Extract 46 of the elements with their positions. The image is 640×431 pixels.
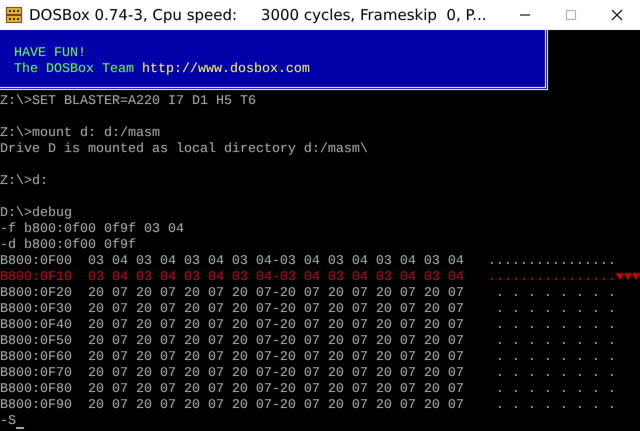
console-line: D:\>debug — [0, 206, 72, 222]
window-title: DOSBox 0.74-3, Cpu speed: 3000 cycles, Frameskip 0, P... — [29, 6, 488, 24]
dump-address: B800:0F40 — [0, 318, 73, 334]
banner-text: http://www.dosbox.com — [142, 62, 310, 78]
dump-ascii: . . . . . . . . — [494, 286, 616, 302]
dump-address: B800:0F60 — [0, 350, 73, 366]
dump-bytes: 20 07 20 07 20 07 20 07-20 07 20 07 20 07 20 07 — [88, 302, 465, 318]
dump-ascii: . . . . . . . . — [494, 382, 616, 398]
app-icon — [6, 7, 22, 23]
dump-address: B800:0F80 — [0, 382, 73, 398]
dump-address: B800:0F20 — [0, 286, 73, 302]
dump-bytes: 20 07 20 07 20 07 20 07-20 07 20 07 20 07 20 07 — [88, 334, 465, 350]
console-line: Z:\>mount d: d:/masm — [0, 126, 160, 142]
dump-bytes: 20 07 20 07 20 07 20 07-20 07 20 07 20 07 20 07 — [88, 398, 465, 414]
console-line: Z:\>SET BLASTER=A220 I7 D1 H5 T6 — [0, 94, 256, 110]
text-cursor — [16, 427, 24, 429]
dump-bytes: 20 07 20 07 20 07 20 07-20 07 20 07 20 07 20 07 — [88, 286, 465, 302]
dump-address: B800:0F00 — [0, 254, 73, 270]
dump-ascii: . . . . . . . . — [494, 366, 616, 382]
dump-address: B800:0F50 — [0, 334, 73, 350]
close-icon — [611, 9, 623, 21]
console-line: -f b800:0f00 0f9f 03 04 — [0, 222, 184, 238]
maximize-icon — [565, 9, 577, 21]
command-prompt: -S — [0, 414, 16, 430]
console-line: -d b800:0f00 0f9f — [0, 238, 136, 254]
dump-ascii: . . . . . . . . — [494, 334, 616, 350]
dump-bytes: 20 07 20 07 20 07 20 07-20 07 20 07 20 07 20 07 — [88, 366, 465, 382]
dump-bytes: 20 07 20 07 20 07 20 07-20 07 20 07 20 07 20 07 — [88, 318, 465, 334]
dump-bytes: 03 04 03 04 03 04 03 04-03 04 03 04 03 04 03 04 — [88, 270, 465, 286]
banner-text: The DOSBox Team — [14, 62, 134, 78]
dump-address: B800:0F70 — [0, 366, 73, 382]
dump-ascii: ................ — [488, 254, 616, 270]
dump-bytes: 20 07 20 07 20 07 20 07-20 07 20 07 20 07 20 07 — [88, 382, 465, 398]
dump-ascii: ................♥♥♥ — [488, 270, 640, 286]
dump-ascii: . . . . . . . . — [494, 350, 616, 366]
dump-ascii: . . . . . . . . — [494, 302, 616, 318]
dump-bytes: 03 04 03 04 03 04 03 04-03 04 03 04 03 04 03 04 — [88, 254, 465, 270]
console-line: Z:\>d: — [0, 174, 48, 190]
dump-ascii: . . . . . . . . — [494, 398, 616, 414]
dump-ascii: . . . . . . . . — [494, 318, 616, 334]
banner-text: HAVE FUN! — [14, 46, 86, 62]
dump-bytes: 20 07 20 07 20 07 20 07-20 07 20 07 20 07 20 07 — [88, 350, 465, 366]
dump-address: B800:0F10 — [0, 270, 73, 286]
dump-address: B800:0F90 — [0, 398, 73, 414]
console-line: Drive D is mounted as local directory d:/masm\ — [0, 142, 368, 158]
dump-address: B800:0F30 — [0, 302, 73, 318]
